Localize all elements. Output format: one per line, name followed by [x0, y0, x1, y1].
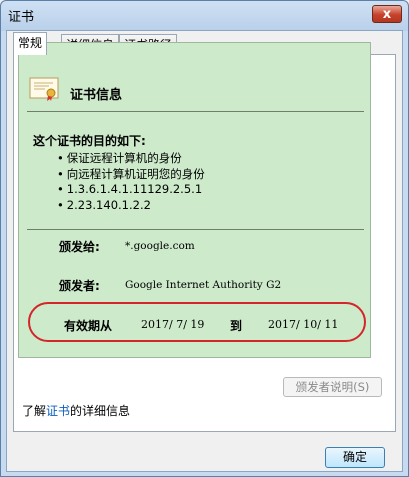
- list-item: 保证远程计算机的身份: [57, 151, 205, 167]
- close-icon: x: [382, 7, 392, 22]
- valid-to-label: 到: [230, 319, 243, 333]
- list-item: 1.3.6.1.4.1.11129.2.5.1: [57, 182, 205, 198]
- list-item: 向远程计算机证明您的身份: [57, 167, 205, 183]
- valid-from-label: 有效期从: [64, 319, 113, 333]
- learn-more-suffix: 的详细信息: [70, 404, 131, 418]
- issued-to-value: *.google.com: [125, 240, 195, 252]
- divider: [27, 229, 364, 230]
- window-title: 证书: [8, 10, 35, 25]
- valid-to-value: 2017/ 10/ 11: [268, 318, 339, 331]
- certificate-icon: [29, 77, 59, 101]
- learn-more-prefix: 了解: [22, 404, 47, 418]
- ok-button[interactable]: 确定: [325, 447, 385, 468]
- title-bar[interactable]: 证书 x: [0, 0, 409, 30]
- purpose-list: 保证远程计算机的身份 向远程计算机证明您的身份 1.3.6.1.4.1.1112…: [57, 151, 205, 213]
- list-item: 2.23.140.1.2.2: [57, 198, 205, 214]
- certificate-heading: 证书信息: [70, 88, 123, 103]
- tab-general[interactable]: 常规: [13, 32, 48, 55]
- issuer-statement-button[interactable]: 颁发者说明(S): [283, 377, 382, 397]
- divider: [27, 111, 364, 112]
- valid-from-value: 2017/ 7/ 19: [141, 318, 205, 331]
- issued-to-label: 颁发给:: [59, 240, 100, 254]
- learn-more-link[interactable]: 证书: [46, 404, 70, 418]
- learn-more-text: 了解证书的详细信息: [22, 402, 130, 419]
- close-button[interactable]: x: [372, 5, 402, 23]
- purpose-heading: 这个证书的目的如下:: [33, 134, 146, 148]
- issued-by-label: 颁发者:: [59, 279, 100, 293]
- issued-by-value: Google Internet Authority G2: [125, 279, 282, 291]
